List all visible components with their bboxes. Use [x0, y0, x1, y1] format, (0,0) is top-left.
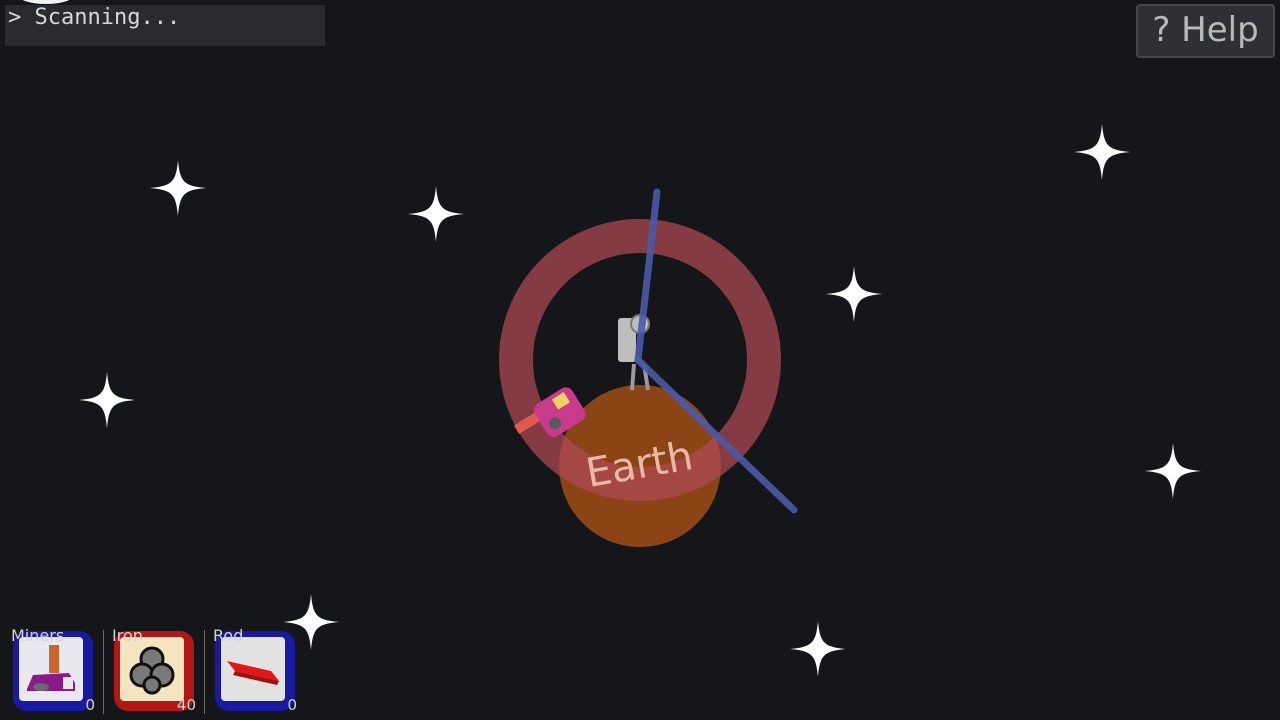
inventory-count: 0	[85, 696, 95, 714]
miner-icon	[27, 645, 75, 691]
star-icon	[826, 266, 882, 322]
star-icon	[79, 372, 135, 428]
star-icon	[790, 621, 846, 677]
rod-icon	[227, 661, 279, 685]
help-button[interactable]: ? Help	[1136, 4, 1275, 58]
status-console: > Scanning...	[5, 5, 325, 46]
inventory-label: Rod	[213, 626, 244, 645]
star-icon	[150, 160, 206, 216]
inventory-count: 0	[287, 696, 297, 714]
inventory-count: 40	[176, 696, 196, 714]
inventory-divider	[204, 630, 205, 714]
inventory-slot-rod[interactable]: Rod 0	[211, 627, 299, 715]
iron-ore-icon	[129, 646, 175, 695]
inventory-slot-iron[interactable]: Iron 40	[110, 627, 198, 715]
star-icon	[1074, 124, 1130, 180]
inventory-slot-miners[interactable]: Miners 0	[9, 627, 97, 715]
star-icon	[1145, 443, 1201, 499]
inventory-divider	[103, 630, 104, 714]
space-scene: Earth	[79, 124, 1201, 677]
inventory-label: Iron	[112, 626, 143, 645]
inventory-label: Miners	[11, 626, 65, 645]
star-icon	[408, 186, 464, 242]
